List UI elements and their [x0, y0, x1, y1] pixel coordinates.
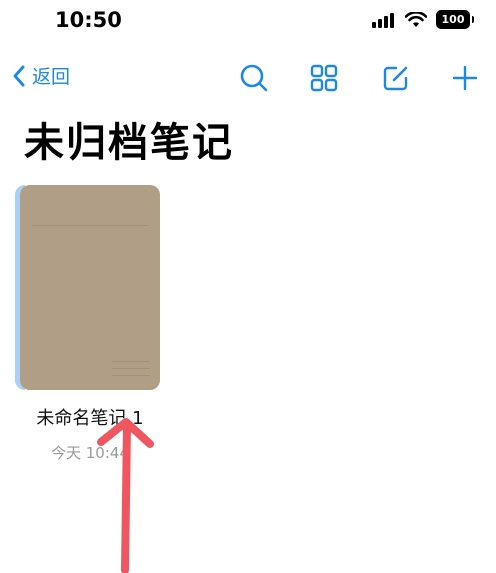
grid-view-button[interactable] — [306, 60, 342, 96]
plus-icon — [452, 65, 478, 91]
grid-icon — [310, 64, 338, 92]
page-title: 未归档笔记 — [24, 120, 234, 166]
note-cover — [20, 185, 160, 390]
add-button[interactable] — [447, 60, 483, 96]
compose-button[interactable] — [378, 60, 414, 96]
toolbar — [0, 60, 496, 96]
cellular-signal-icon — [372, 12, 394, 28]
wifi-icon — [405, 11, 427, 27]
annotation-arrow-icon — [97, 418, 154, 573]
battery-level: 100 — [441, 13, 465, 26]
search-icon — [240, 64, 268, 92]
compose-icon — [383, 66, 408, 91]
status-icons: 100 — [372, 10, 474, 29]
note-card[interactable] — [15, 185, 160, 390]
battery-icon: 100 — [436, 10, 474, 29]
search-button[interactable] — [236, 60, 272, 96]
status-time: 10:50 — [55, 8, 122, 32]
